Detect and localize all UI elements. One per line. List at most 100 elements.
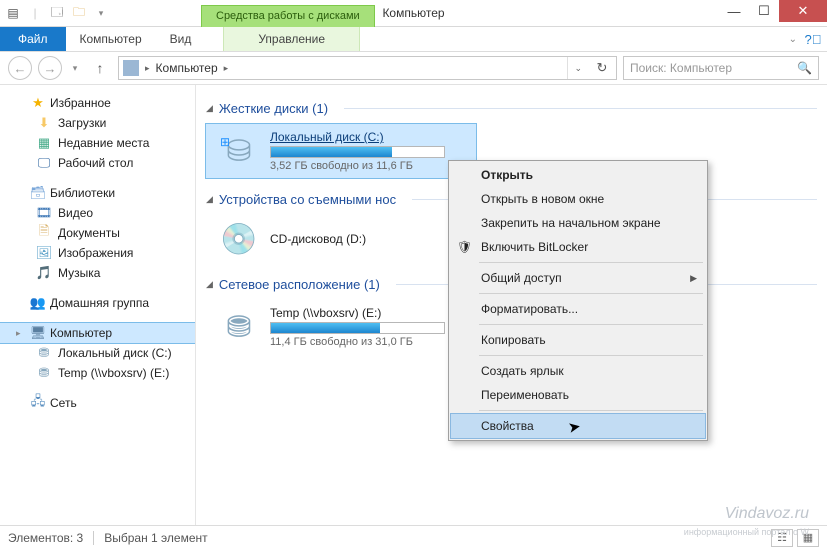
history-dropdown[interactable]: ▾ <box>68 56 82 80</box>
search-placeholder: Поиск: Компьютер <box>630 61 732 75</box>
sidebar-item-video[interactable]: 🎞 Видео <box>0 203 195 223</box>
breadcrumb-sep-icon[interactable]: ▸ <box>145 63 150 74</box>
sidebar-item-music[interactable]: 🎵 Музыка <box>0 263 195 283</box>
drive-local-c[interactable]: ⊞⛁ Локальный диск (C:) 3,52 ГБ свободно … <box>206 124 476 178</box>
menu-item-label: Общий доступ <box>481 271 562 285</box>
tab-file[interactable]: Файл <box>0 27 66 51</box>
watermark: Vindavoz.ru <box>725 505 809 523</box>
sidebar-favorites-header[interactable]: ★ Избранное <box>0 93 195 113</box>
sidebar-libraries-label: Библиотеки <box>50 186 115 200</box>
group-label: Жесткие диски (1) <box>219 101 328 116</box>
collapse-caret-icon[interactable]: ◢ <box>206 194 213 205</box>
drive-space-bar <box>270 146 445 158</box>
sidebar-item-label: Локальный диск (C:) <box>58 346 172 360</box>
ribbon-expand-icon[interactable]: ⌄ <box>789 34 797 45</box>
sidebar-favorites-label: Избранное <box>50 96 111 110</box>
forward-button[interactable]: → <box>38 56 62 80</box>
sidebar-item-label: Temp (\\vboxsrv) (E:) <box>58 366 169 380</box>
group-hard-drives[interactable]: ◢ Жесткие диски (1) <box>206 101 817 116</box>
menu-item-share[interactable]: Общий доступ ▶ <box>451 266 705 290</box>
download-icon: ⬇ <box>36 115 52 131</box>
menu-item-copy[interactable]: Копировать <box>451 328 705 352</box>
sidebar-item-downloads[interactable]: ⬇ Загрузки <box>0 113 195 133</box>
drive-net-temp[interactable]: ⛃ Temp (\\vboxsrv) (E:) 11,4 ГБ свободно… <box>206 300 476 354</box>
context-menu: Открыть Открыть в новом окне Закрепить н… <box>448 160 708 441</box>
menu-separator <box>479 262 703 263</box>
status-separator <box>93 531 94 545</box>
menu-item-format[interactable]: Форматировать... <box>451 297 705 321</box>
menu-separator <box>479 324 703 325</box>
drive-cd-d[interactable]: 💿 CD-дисковод (D:) <box>206 215 476 263</box>
search-icon: 🔍 <box>797 61 812 75</box>
collapse-caret-icon[interactable]: ◢ <box>206 103 213 114</box>
sidebar-item-label: Изображения <box>58 246 133 260</box>
search-input[interactable]: Поиск: Компьютер 🔍 <box>623 56 819 80</box>
star-icon: ★ <box>30 95 46 111</box>
menu-item-create-shortcut[interactable]: Создать ярлык <box>451 359 705 383</box>
drive-space-bar <box>270 322 445 334</box>
tab-view[interactable]: Вид <box>156 27 206 51</box>
sidebar-item-label: Недавние места <box>58 136 149 150</box>
network-drive-icon: ⛃ <box>218 309 260 345</box>
video-icon: 🎞 <box>36 205 52 221</box>
menu-item-label: Включить BitLocker <box>481 240 588 254</box>
address-bar[interactable]: ▸ Компьютер ▸ ⌄ ↻ <box>118 56 617 80</box>
navigation-pane: ★ Избранное ⬇ Загрузки ▦ Недавние места … <box>0 85 196 525</box>
sidebar-network-header[interactable]: 🖧 Сеть <box>0 393 195 413</box>
shield-icon: 🛡 <box>457 240 472 254</box>
window-controls: — ☐ ✕ <box>719 0 827 22</box>
image-icon: 🖼 <box>36 245 52 261</box>
watermark-sub: информационный портал о W <box>684 527 809 537</box>
close-button[interactable]: ✕ <box>779 0 827 22</box>
context-tab-label: Средства работы с дисками <box>201 5 375 27</box>
tab-manage[interactable]: Управление <box>223 27 360 51</box>
minimize-button[interactable]: — <box>719 0 749 22</box>
collapse-caret-icon[interactable]: ◢ <box>206 279 213 290</box>
back-button[interactable]: ← <box>8 56 32 80</box>
sidebar-item-drive-temp[interactable]: ⛃ Temp (\\vboxsrv) (E:) <box>0 363 195 383</box>
homegroup-icon: 👥 <box>30 295 46 311</box>
breadcrumb-computer[interactable]: Компьютер <box>156 61 218 75</box>
menu-item-bitlocker[interactable]: 🛡 Включить BitLocker <box>451 235 705 259</box>
sidebar-computer-label: Компьютер <box>50 326 112 340</box>
sidebar-item-drive-c[interactable]: ⛃ Локальный диск (C:) <box>0 343 195 363</box>
sidebar-item-label: Рабочий стол <box>58 156 133 170</box>
status-item-count: Элементов: 3 <box>8 531 83 545</box>
menu-separator <box>479 293 703 294</box>
breadcrumb-sep-icon[interactable]: ▸ <box>224 63 229 74</box>
new-folder-icon[interactable]: 🗀 <box>70 4 88 22</box>
maximize-button[interactable]: ☐ <box>749 0 779 22</box>
sidebar-libraries-header[interactable]: 🗃 Библиотеки <box>0 183 195 203</box>
properties-icon[interactable]: 🗔 <box>48 4 66 22</box>
refresh-button[interactable]: ↻ <box>592 60 612 76</box>
system-menu-icon[interactable]: ▤ <box>4 4 22 22</box>
help-icon[interactable]: ?⃝ <box>805 32 821 48</box>
sidebar-item-desktop[interactable]: 🖵 Рабочий стол <box>0 153 195 173</box>
sidebar-item-images[interactable]: 🖼 Изображения <box>0 243 195 263</box>
qat-separator: | <box>26 4 44 22</box>
title-bar: ▤ | 🗔 🗀 ▾ Средства работы с дисками Комп… <box>0 0 827 27</box>
submenu-arrow-icon: ▶ <box>690 273 697 284</box>
sidebar-item-label: Загрузки <box>58 116 106 130</box>
sidebar-computer-header[interactable]: ▸ 🖥 Компьютер <box>0 323 195 343</box>
menu-item-open-new-window[interactable]: Открыть в новом окне <box>451 187 705 211</box>
recent-icon: ▦ <box>36 135 52 151</box>
group-label: Устройства со съемными нос <box>219 192 396 207</box>
cd-drive-icon: 💿 <box>218 221 260 257</box>
menu-item-open[interactable]: Открыть <box>451 163 705 187</box>
quick-access-toolbar: ▤ | 🗔 🗀 ▾ <box>0 0 114 26</box>
menu-item-rename[interactable]: Переименовать <box>451 383 705 407</box>
caret-icon[interactable]: ▸ <box>16 328 26 339</box>
document-icon: 🗎 <box>36 225 52 241</box>
tab-computer[interactable]: Компьютер <box>66 27 156 51</box>
address-dropdown-icon[interactable]: ⌄ <box>567 57 588 79</box>
sidebar-item-recent[interactable]: ▦ Недавние места <box>0 133 195 153</box>
up-button[interactable]: ↑ <box>88 56 112 80</box>
sidebar-item-label: Видео <box>58 206 93 220</box>
menu-item-pin-start[interactable]: Закрепить на начальном экране <box>451 211 705 235</box>
qat-dropdown-icon[interactable]: ▾ <box>92 4 110 22</box>
sidebar-homegroup[interactable]: 👥 Домашняя группа <box>0 293 195 313</box>
sidebar-item-documents[interactable]: 🗎 Документы <box>0 223 195 243</box>
nav-bar: ← → ▾ ↑ ▸ Компьютер ▸ ⌄ ↻ Поиск: Компьют… <box>0 52 827 85</box>
status-selected: Выбран 1 элемент <box>104 531 207 545</box>
